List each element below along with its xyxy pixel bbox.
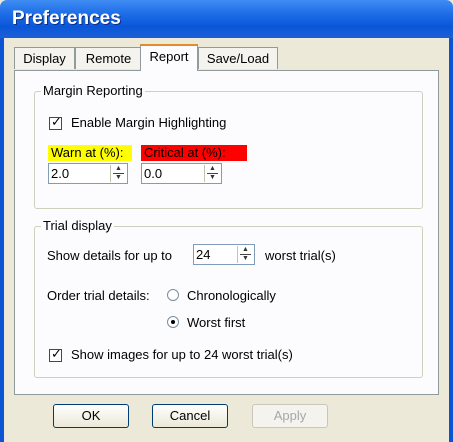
critical-at-spin-buttons[interactable]: ▲ ▼ [204, 165, 220, 182]
worst-first-label[interactable]: Worst first [187, 315, 245, 331]
apply-button[interactable]: Apply [252, 404, 328, 428]
tab-report[interactable]: Report [140, 44, 198, 71]
cancel-button[interactable]: Cancel [152, 404, 228, 428]
tab-display[interactable]: Display [14, 47, 75, 69]
window-border-left [0, 38, 4, 442]
window-border-right [449, 38, 453, 442]
tab-remote[interactable]: Remote [75, 47, 142, 69]
show-details-input[interactable] [196, 246, 236, 263]
spin-up-icon[interactable]: ▲ [238, 246, 253, 254]
critical-at-input[interactable] [144, 165, 204, 182]
warn-at-spinner[interactable]: ▲ ▼ [48, 163, 128, 184]
show-images-checkbox[interactable]: ✓ [49, 347, 62, 362]
window-title: Preferences [12, 8, 121, 29]
critical-at-spinner[interactable]: ▲ ▼ [141, 163, 222, 184]
warn-at-label: Warn at (%): [48, 145, 132, 161]
show-details-prefix-label: Show details for up to [47, 248, 173, 263]
show-details-spin-buttons[interactable]: ▲ ▼ [237, 246, 253, 263]
preferences-window: Preferences Display Remote Report Save/L… [0, 0, 453, 442]
check-icon: ✓ [51, 115, 62, 130]
spin-down-icon[interactable]: ▼ [111, 174, 126, 182]
order-trial-details-label: Order trial details: [47, 288, 150, 303]
margin-reporting-group-label: Margin Reporting [41, 83, 145, 99]
enable-margin-highlighting-label: Enable Margin Highlighting [71, 115, 227, 130]
critical-at-label: Critical at (%): [141, 145, 247, 161]
trial-display-group-label: Trial display [41, 218, 114, 234]
show-details-spinner[interactable]: ▲ ▼ [193, 244, 255, 265]
warn-at-spin-buttons[interactable]: ▲ ▼ [110, 165, 126, 182]
check-icon: ✓ [51, 347, 62, 362]
show-images-label: Show images for up to 24 worst trial(s) [71, 347, 293, 362]
chronologically-radio[interactable] [167, 289, 179, 301]
spin-up-icon[interactable]: ▲ [205, 165, 220, 173]
margin-reporting-group: Margin Reporting ✓ Enable Margin Highlig… [34, 83, 423, 209]
tab-save-load[interactable]: Save/Load [198, 47, 278, 69]
warn-at-input[interactable] [51, 165, 111, 182]
spin-down-icon[interactable]: ▼ [238, 255, 253, 263]
spin-down-icon[interactable]: ▼ [205, 174, 220, 182]
report-tab-panel: Margin Reporting ✓ Enable Margin Highlig… [14, 70, 439, 395]
spin-up-icon[interactable]: ▲ [111, 165, 126, 173]
enable-margin-highlighting-checkbox[interactable]: ✓ [49, 115, 62, 130]
show-details-suffix-label: worst trial(s) [265, 248, 336, 263]
title-bar[interactable]: Preferences [0, 0, 453, 38]
chronologically-label[interactable]: Chronologically [187, 288, 276, 304]
ok-button[interactable]: OK [53, 404, 129, 428]
worst-first-radio[interactable] [167, 316, 179, 328]
trial-display-group: Trial display Show details for up to ▲ ▼… [34, 218, 423, 378]
